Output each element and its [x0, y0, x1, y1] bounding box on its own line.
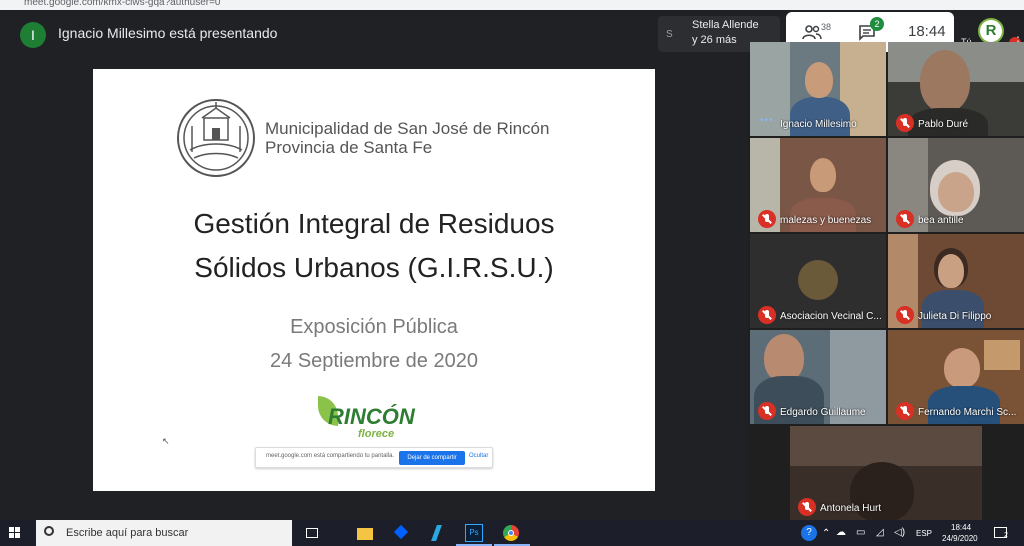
search-placeholder: Escribe aquí para buscar [66, 527, 189, 539]
battery-icon[interactable]: ▭ [856, 527, 865, 538]
mic-off-icon [798, 498, 816, 516]
network-icon[interactable]: ◿ [876, 527, 884, 538]
participant-avatar [798, 260, 838, 300]
mic-off-icon [896, 306, 914, 324]
tray-chevron-icon[interactable]: ⌃ [822, 528, 830, 539]
slide-province: Provincia de Santa Fe [265, 138, 433, 157]
chrome-icon[interactable] [502, 524, 520, 542]
participant-name: Fernando Marchi Sc... [918, 407, 1017, 418]
others-name: Stella Allende [692, 19, 759, 31]
windows-taskbar: Escribe aquí para buscar Ps ? ⌃ ☁ ▭ ◿ ◁) [0, 520, 1024, 546]
help-icon[interactable]: ? [800, 524, 818, 542]
mic-off-icon [896, 402, 914, 420]
mouse-cursor-icon: ↖ [162, 436, 170, 446]
slide-title-line1: Gestión Integral de Residuos [193, 208, 555, 239]
slide-municipality: Municipalidad de San José de Rincón [265, 119, 550, 138]
taskbar-date[interactable]: 24/9/2020 [942, 534, 978, 543]
others-avatar: S [666, 29, 673, 40]
participants-count: 38 [821, 22, 832, 32]
cloud-icon[interactable]: ☁ [836, 527, 846, 538]
screen-share-bar: meet.google.com está compartiendo tu pan… [255, 447, 493, 468]
stop-sharing-button[interactable]: Dejar de compartir [399, 451, 465, 465]
participant-tile[interactable]: bea antille [888, 138, 1024, 232]
participant-name: malezas y buenezas [780, 215, 872, 226]
volume-icon[interactable]: ◁) [894, 527, 905, 538]
mic-off-icon [758, 306, 776, 324]
slide-date: 24 Septiembre de 2020 [270, 350, 478, 372]
presenter-avatar: I [20, 22, 46, 48]
app-icon[interactable] [428, 524, 446, 542]
participant-tile[interactable]: Antonela Hurt [790, 426, 982, 520]
participant-tile[interactable]: ••• Ignacio Millesimo [750, 42, 886, 136]
search-icon [44, 526, 54, 536]
people-icon [802, 25, 822, 40]
others-count: y 26 más [692, 34, 737, 46]
participant-tile[interactable]: Fernando Marchi Sc... [888, 330, 1024, 424]
speaking-indicator-icon: ••• [760, 115, 774, 126]
taskbar-time[interactable]: 18:44 [951, 523, 971, 532]
file-explorer-icon[interactable] [356, 524, 374, 542]
mic-off-icon [896, 114, 914, 132]
slide-title-line2: Sólidos Urbanos (G.I.R.S.U.) [194, 252, 554, 283]
slide-subtitle: Exposición Pública [290, 316, 458, 338]
municipal-seal-logo [177, 99, 255, 177]
mic-off-icon [758, 210, 776, 228]
presenting-label: Ignacio Millesimo está presentando [58, 25, 278, 41]
dropbox-icon[interactable] [392, 524, 410, 542]
hide-share-bar-link[interactable]: Ocultar [469, 453, 488, 459]
mic-off-icon [896, 210, 914, 228]
chat-badge: 2 [870, 17, 884, 31]
logo-main-text: RINCÓN [328, 404, 415, 429]
participant-tile[interactable]: Julieta Di Filippo [888, 234, 1024, 328]
share-notice: meet.google.com está compartiendo tu pan… [266, 453, 395, 459]
taskbar-search-input[interactable]: Escribe aquí para buscar [36, 520, 292, 546]
language-indicator[interactable]: ESP [916, 529, 932, 538]
mic-off-icon [758, 402, 776, 420]
browser-address-bar[interactable]: meet.google.com/kmx-ciws-gqa?authuser=0 [0, 0, 1024, 10]
task-view-icon[interactable] [304, 524, 322, 542]
url-text[interactable]: meet.google.com/kmx-ciws-gqa?authuser=0 [24, 0, 220, 8]
windows-start-icon[interactable] [9, 527, 21, 539]
participant-name: Ignacio Millesimo [780, 119, 857, 130]
participant-name: bea antille [918, 215, 964, 226]
logo-sub-text: florece [358, 428, 395, 440]
self-view-avatar[interactable]: R [978, 18, 1004, 44]
participant-tile[interactable]: Pablo Duré [888, 42, 1024, 136]
participant-tile[interactable]: Edgardo Guillaume [750, 330, 886, 424]
photoshop-icon[interactable]: Ps [465, 524, 483, 542]
participant-tile[interactable]: malezas y buenezas [750, 138, 886, 232]
rincon-florece-logo: RINCÓN florece [314, 394, 415, 444]
participant-tile[interactable]: Asociacion Vecinal C... [750, 234, 886, 328]
participant-name: Antonela Hurt [820, 503, 882, 514]
meeting-clock: 18:44 [908, 23, 946, 40]
participant-name: Pablo Duré [918, 119, 969, 130]
screen: meet.google.com/kmx-ciws-gqa?authuser=0 … [0, 0, 1024, 546]
participant-name: Asociacion Vecinal C... [780, 311, 882, 322]
participant-name: Julieta Di Filippo [918, 311, 992, 322]
notifications-icon[interactable]: 2 [992, 524, 1010, 542]
notification-count: 2 [1004, 532, 1008, 539]
participant-name: Edgardo Guillaume [780, 407, 866, 418]
